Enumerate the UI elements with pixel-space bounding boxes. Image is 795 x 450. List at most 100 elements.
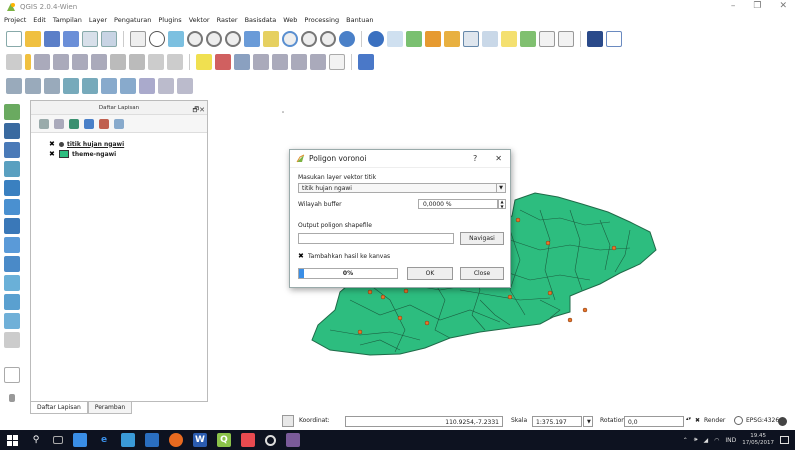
histogram-stretch-icon[interactable] — [6, 78, 22, 94]
ok-button[interactable]: OK — [407, 267, 453, 280]
show-hide-labels-icon[interactable] — [234, 54, 250, 70]
add-oracle-layer-icon[interactable] — [4, 275, 20, 291]
menu-edit[interactable]: Edit — [33, 16, 46, 24]
save-as-icon[interactable] — [63, 31, 79, 47]
change-label-icon[interactable] — [291, 54, 307, 70]
new-project-icon[interactable] — [6, 31, 22, 47]
add-raster-layer-icon[interactable] — [4, 123, 20, 139]
georeferencer-icon[interactable] — [177, 78, 193, 94]
panel-toggle-icon[interactable] — [9, 394, 15, 402]
rotate-label-icon[interactable] — [272, 54, 288, 70]
zoom-in-icon[interactable] — [187, 31, 203, 47]
add-mssql-layer-icon[interactable] — [4, 180, 20, 196]
search-icon[interactable]: ⚲ — [29, 433, 43, 447]
remove-layer-icon[interactable] — [4, 367, 20, 383]
firefox-icon[interactable] — [169, 433, 183, 447]
zoom-layer-icon[interactable] — [282, 31, 298, 47]
input-layer-select[interactable]: titik hujan ngawi ▼ — [298, 183, 506, 193]
deselect-icon[interactable] — [406, 31, 422, 47]
maximize-button[interactable]: ❐ — [753, 1, 761, 11]
chrome-icon[interactable] — [265, 434, 276, 446]
dialog-close-button[interactable]: ✕ — [495, 154, 502, 163]
word-app-icon[interactable]: W — [193, 433, 207, 447]
select-pan-icon[interactable] — [130, 31, 146, 47]
decrease-contrast-icon[interactable] — [120, 78, 136, 94]
annotation-icon[interactable] — [558, 31, 574, 47]
task-view-icon[interactable] — [53, 436, 63, 444]
raster-calc-icon[interactable] — [158, 78, 174, 94]
menu-plugins[interactable]: Plugins — [158, 16, 181, 24]
layer-style-icon[interactable] — [587, 31, 603, 47]
menu-basisdata[interactable]: Basisdata — [245, 16, 277, 24]
coordinate-toggle-icon[interactable] — [282, 415, 294, 427]
paste-features-icon[interactable] — [167, 54, 183, 70]
output-path-input[interactable] — [298, 233, 454, 244]
windows-start-icon[interactable] — [5, 433, 19, 447]
zoom-out-icon[interactable] — [206, 31, 222, 47]
whats-this-help-icon[interactable] — [606, 31, 622, 47]
shopping-bag-icon[interactable] — [145, 433, 159, 447]
identify-icon[interactable] — [368, 31, 384, 47]
tab-daftar-lapisan[interactable]: Daftar Lapisan — [30, 402, 88, 414]
new-bookmark-icon[interactable] — [520, 31, 536, 47]
decrease-brightness-icon[interactable] — [82, 78, 98, 94]
pin-labels-icon[interactable] — [215, 54, 231, 70]
label-tool-icon[interactable] — [196, 54, 212, 70]
toggle-editing-icon[interactable] — [25, 54, 31, 70]
buffer-spin-arrows-icon[interactable]: ▲ ▼ — [498, 199, 506, 209]
scale-field[interactable]: 1:375.197 — [532, 416, 582, 427]
composer-manager-icon[interactable] — [101, 31, 117, 47]
python-console-icon[interactable] — [358, 54, 374, 70]
map-tips-icon[interactable] — [501, 31, 517, 47]
close-window-button[interactable]: ✕ — [779, 1, 787, 11]
add-to-canvas-row[interactable]: ✖ Tambahkan hasil ke kanvas — [298, 253, 390, 261]
pan-to-selection-icon[interactable] — [168, 31, 184, 47]
add-feature-icon[interactable] — [53, 54, 69, 70]
layer-visibility-icon[interactable] — [39, 118, 49, 129]
add-delimited-layer-icon[interactable] — [4, 256, 20, 272]
render-checkbox-icon[interactable]: ✖ — [695, 417, 700, 424]
open-project-icon[interactable] — [25, 31, 41, 47]
panel-float-close-buttons[interactable]: 🗗✕ — [193, 103, 205, 117]
menu-pengaturan[interactable]: Pengaturan — [114, 16, 151, 24]
add-vector-layer-icon[interactable] — [4, 104, 20, 120]
pan-map-icon[interactable] — [149, 31, 165, 47]
zoom-actual-icon[interactable] — [225, 31, 241, 47]
add-to-canvas-checkbox[interactable]: ✖ — [298, 253, 305, 260]
language-indicator[interactable]: IND — [725, 437, 736, 444]
scale-dropdown-icon[interactable]: ▼ — [583, 416, 593, 427]
messages-icon[interactable] — [778, 417, 787, 426]
move-feature-icon[interactable] — [72, 54, 88, 70]
delete-selected-icon[interactable] — [110, 54, 126, 70]
layer-visibility-checkbox[interactable]: ✖ — [49, 140, 56, 148]
menu-layer[interactable]: Layer — [89, 16, 107, 24]
expand-all-icon[interactable] — [84, 118, 94, 129]
rotation-field[interactable]: 0,0 — [624, 416, 684, 427]
zoom-last-icon[interactable] — [301, 31, 317, 47]
zoom-selection-icon[interactable] — [263, 31, 279, 47]
volume-icon[interactable]: 🕪 — [694, 436, 698, 444]
measure-area-icon[interactable] — [444, 31, 460, 47]
local-stretch-icon[interactable] — [25, 78, 41, 94]
crs-globe-icon[interactable] — [734, 416, 743, 425]
chevron-down-icon[interactable]: ▼ — [496, 184, 505, 192]
field-calculator-icon[interactable] — [482, 31, 498, 47]
copy-features-icon[interactable] — [148, 54, 164, 70]
menu-project[interactable]: Project — [4, 16, 26, 24]
menu-raster[interactable]: Raster — [217, 16, 238, 24]
coordinate-field[interactable]: 110.9254,-7.2331 — [345, 416, 503, 427]
remove-layer-group-icon[interactable] — [114, 118, 124, 129]
refresh-icon[interactable] — [339, 31, 355, 47]
new-spatialite-icon[interactable] — [4, 313, 20, 329]
layer-filter-eye-icon[interactable] — [54, 118, 64, 129]
print-composer-icon[interactable] — [82, 31, 98, 47]
show-bookmarks-icon[interactable] — [539, 31, 555, 47]
wifi-icon[interactable]: ◠ — [714, 437, 719, 444]
notifications-icon[interactable] — [780, 436, 789, 444]
zoom-next-icon[interactable] — [320, 31, 336, 47]
layer-visibility-checkbox[interactable]: ✖ — [49, 150, 56, 158]
clock[interactable]: 19.45 17/05/2017 — [742, 433, 774, 447]
move-label-icon[interactable] — [253, 54, 269, 70]
measure-icon[interactable] — [425, 31, 441, 47]
add-wfs-layer-icon[interactable] — [4, 237, 20, 253]
